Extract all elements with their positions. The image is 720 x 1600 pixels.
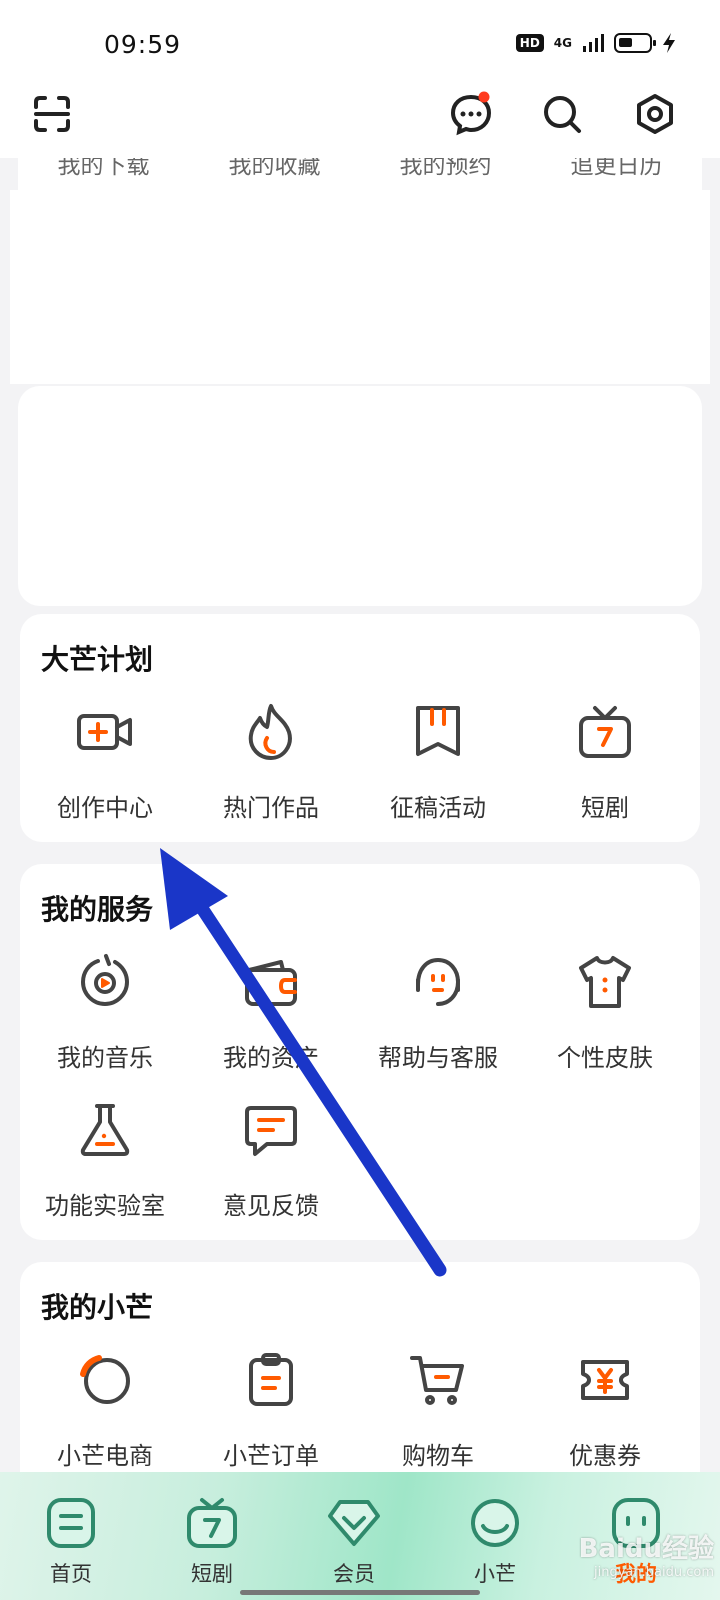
plan-item-label: 短剧 — [581, 794, 629, 822]
watermark-brand: Baidu经验 — [578, 1534, 714, 1564]
battery-icon — [614, 33, 656, 53]
quick-link-downloads[interactable]: 我的下载 — [18, 158, 189, 182]
service-item-label: 我的音乐 — [57, 1044, 153, 1072]
service-item-music[interactable]: 我的音乐 — [20, 952, 190, 1073]
music-icon — [81, 954, 129, 1006]
search-icon[interactable] — [538, 90, 586, 138]
baidu-watermark: Baidu经验 jingyan.baidu.com — [542, 1528, 714, 1580]
charging-icon — [663, 33, 675, 53]
flask-icon — [80, 1104, 130, 1156]
tab-xiaomang[interactable]: 小芒 — [445, 1496, 545, 1588]
cart-icon — [410, 1356, 464, 1405]
service-item-lab[interactable]: 功能实验室 — [20, 1100, 190, 1221]
service-item-label: 个性皮肤 — [557, 1044, 653, 1072]
service-item-skins[interactable]: 个性皮肤 — [520, 952, 690, 1073]
signal-icon — [583, 34, 604, 52]
headset-icon — [416, 958, 460, 1006]
quick-link-calendar[interactable]: 追更日历 — [531, 158, 702, 182]
clipboard-icon — [249, 1353, 293, 1406]
feedback-icon — [245, 1106, 297, 1156]
plan-item-call-for-entries[interactable]: 征稿活动 — [353, 702, 523, 823]
tab-label: 会员 — [333, 1562, 375, 1586]
bookmark-icon — [416, 706, 460, 756]
services-title: 我的服务 — [41, 893, 154, 926]
status-icons: HD 4G — [515, 32, 676, 54]
plan-item-label: 热门作品 — [223, 794, 319, 822]
quick-link-reservations[interactable]: 我的预约 — [360, 158, 531, 182]
tab-label: 小芒 — [474, 1562, 516, 1586]
plan-item-short-drama[interactable]: 短剧 — [520, 702, 690, 823]
message-icon[interactable] — [447, 90, 495, 138]
xiaomang-item-label: 小芒电商 — [57, 1442, 153, 1470]
plan-item-label: 征稿活动 — [390, 794, 486, 822]
plan-item-hot-works[interactable]: 热门作品 — [186, 702, 356, 823]
home-icon — [47, 1498, 95, 1548]
status-bar: 09:59 HD 4G — [0, 0, 720, 90]
plan-item-label: 创作中心 — [57, 794, 153, 822]
xiaomang-item-label: 购物车 — [402, 1442, 474, 1470]
network-label: 4G — [553, 36, 572, 50]
plan-title: 大芒计划 — [41, 643, 154, 676]
settings-icon[interactable] — [631, 90, 679, 138]
xiaomang-item-coupons[interactable]: 优惠券 — [520, 1350, 690, 1471]
watermark-url: jingyan.baidu.com — [594, 1565, 714, 1580]
xiaomang-item-ecommerce[interactable]: 小芒电商 — [20, 1350, 190, 1471]
vip-diamond-icon — [328, 1500, 380, 1546]
blank-card — [10, 190, 710, 384]
xiaomang-item-cart[interactable]: 购物车 — [353, 1350, 523, 1471]
tab-short-drama[interactable]: 短剧 — [162, 1496, 262, 1588]
status-time: 09:59 — [104, 30, 182, 59]
tab-home[interactable]: 首页 — [21, 1496, 121, 1588]
service-item-feedback[interactable]: 意见反馈 — [186, 1100, 356, 1221]
quick-links-row: 我的下载 我的收藏 我的预约 追更日历 — [18, 158, 702, 192]
service-item-label: 帮助与客服 — [378, 1044, 498, 1072]
tv-icon — [579, 706, 631, 758]
xiaomang-item-orders[interactable]: 小芒订单 — [186, 1350, 356, 1471]
short-drama-icon — [187, 1498, 237, 1548]
quick-link-favorites[interactable]: 我的收藏 — [189, 158, 360, 182]
service-item-assets[interactable]: 我的资产 — [186, 952, 356, 1073]
coupon-icon — [581, 1360, 629, 1400]
top-bar — [0, 90, 720, 158]
scan-icon[interactable] — [28, 90, 76, 138]
hd-badge: HD — [515, 34, 544, 52]
blank-banner-card — [18, 386, 702, 606]
tab-vip[interactable]: 会员 — [304, 1496, 404, 1588]
plan-card: 大芒计划 创作中心 热门作品 征稿活动 短剧 — [20, 614, 700, 842]
flame-icon — [248, 704, 292, 760]
xiaomang-item-label: 优惠券 — [569, 1442, 641, 1470]
service-item-label: 意见反馈 — [223, 1192, 319, 1220]
video-add-icon — [77, 714, 132, 750]
home-indicator[interactable] — [240, 1590, 480, 1595]
service-item-label: 我的资产 — [223, 1044, 319, 1072]
tab-label: 首页 — [50, 1562, 92, 1586]
services-card: 我的服务 我的音乐 我的资产 帮助与客服 个性皮肤 功能实验室 意见反馈 — [20, 864, 700, 1240]
service-item-label: 功能实验室 — [45, 1192, 165, 1220]
wallet-icon — [245, 960, 297, 1006]
xiaomang-title: 我的小芒 — [41, 1291, 154, 1324]
xiaomang-item-label: 小芒订单 — [223, 1442, 319, 1470]
circle-icon — [80, 1355, 130, 1404]
xiaomang-icon — [471, 1499, 519, 1547]
shirt-icon — [579, 956, 631, 1008]
service-item-help[interactable]: 帮助与客服 — [353, 952, 523, 1073]
tab-label: 短剧 — [191, 1562, 233, 1586]
plan-item-creation-center[interactable]: 创作中心 — [20, 702, 190, 823]
